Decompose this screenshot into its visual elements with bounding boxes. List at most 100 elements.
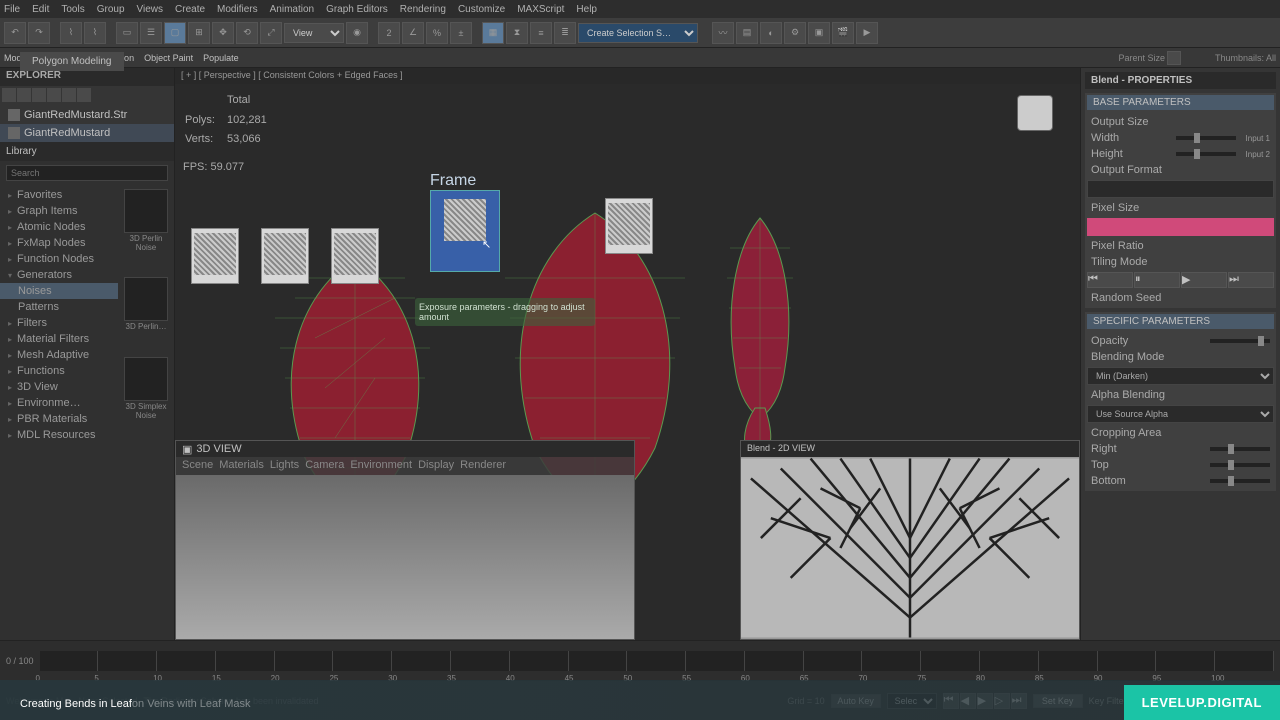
view3d-panel[interactable]: ▣3D VIEW Scene Materials Lights Camera E… <box>175 440 635 640</box>
pivot-button[interactable]: ◉ <box>346 22 368 44</box>
unlink-button[interactable]: ⌇ <box>84 22 106 44</box>
menu-group[interactable]: Group <box>97 4 125 15</box>
crop-bottom-slider[interactable] <box>1210 479 1270 483</box>
lib-environment[interactable]: ▸Environme… <box>0 395 118 411</box>
move-button[interactable]: ✥ <box>212 22 234 44</box>
render-frame-button[interactable]: ▣ <box>808 22 830 44</box>
render-button[interactable]: 🎬 <box>832 22 854 44</box>
select-button[interactable]: ▭ <box>116 22 138 44</box>
lib-atomic[interactable]: ▸Atomic Nodes <box>0 219 118 235</box>
btn-play[interactable]: ▶ <box>1181 272 1227 288</box>
viewport-label[interactable]: [ + ] [ Perspective ] [ Consistent Color… <box>175 68 1080 84</box>
view3d-content[interactable] <box>176 475 634 639</box>
v3d-lights[interactable]: Lights <box>270 459 299 473</box>
object-item[interactable]: GiantRedMustard <box>0 124 174 142</box>
snap-angle-button[interactable]: ∠ <box>402 22 424 44</box>
graph-node-1[interactable] <box>191 228 239 284</box>
crop-top-slider[interactable] <box>1210 463 1270 467</box>
lib-generators[interactable]: ▾Generators <box>0 267 118 283</box>
v3d-display[interactable]: Display <box>418 459 454 473</box>
link-button[interactable]: ⌇ <box>60 22 82 44</box>
alpha-blending-select[interactable]: Use Source Alpha <box>1087 405 1274 423</box>
pixel-size-bar[interactable] <box>1087 218 1274 236</box>
thumbnails-label[interactable]: Thumbnails: All <box>1215 53 1276 63</box>
named-selection-button[interactable]: ▦ <box>482 22 504 44</box>
lib-favorites[interactable]: ▸Favorites <box>0 187 118 203</box>
quick-render-button[interactable]: ▶ <box>856 22 878 44</box>
crop-right-slider[interactable] <box>1210 447 1270 451</box>
parent-size-icon[interactable] <box>1167 51 1181 65</box>
mirror-button[interactable]: ⧗ <box>506 22 528 44</box>
specific-params-header[interactable]: SPECIFIC PARAMETERS <box>1087 314 1274 329</box>
lib-mdl[interactable]: ▸MDL Resources <box>0 427 118 443</box>
explorer-tool-5[interactable] <box>62 88 76 102</box>
lib-fxmap[interactable]: ▸FxMap Nodes <box>0 235 118 251</box>
menu-tools[interactable]: Tools <box>61 4 84 15</box>
render-setup-button[interactable]: ⚙ <box>784 22 806 44</box>
scene-file-item[interactable]: GiantRedMustard.Str <box>0 106 174 124</box>
graph-node-output[interactable] <box>605 198 653 254</box>
window-crossing-button[interactable]: ⊞ <box>188 22 210 44</box>
frame-node[interactable] <box>430 190 500 272</box>
layer-button[interactable]: ≣ <box>554 22 576 44</box>
thumb-perlin[interactable]: 3D Perlin Noise <box>122 189 170 273</box>
v3d-renderer[interactable]: Renderer <box>460 459 506 473</box>
modifier-list-dropdown[interactable] <box>1087 180 1274 198</box>
blending-mode-select[interactable]: Min (Darken) <box>1087 367 1274 385</box>
height-slider[interactable] <box>1176 152 1236 156</box>
curve-editor-button[interactable]: 〰 <box>712 22 734 44</box>
schematic-button[interactable]: ▤ <box>736 22 758 44</box>
lib-mesh[interactable]: ▸Mesh Adaptive <box>0 347 118 363</box>
menu-views[interactable]: Views <box>137 4 164 15</box>
menu-rendering[interactable]: Rendering <box>400 4 446 15</box>
library-search-input[interactable] <box>6 165 168 181</box>
v3d-camera[interactable]: Camera <box>305 459 344 473</box>
base-params-header[interactable]: BASE PARAMETERS <box>1087 95 1274 110</box>
menu-help[interactable]: Help <box>576 4 597 15</box>
menu-animation[interactable]: Animation <box>270 4 314 15</box>
scale-button[interactable]: ⤢ <box>260 22 282 44</box>
viewcube[interactable] <box>1010 88 1060 138</box>
explorer-tool-2[interactable] <box>17 88 31 102</box>
lib-pbr[interactable]: ▸PBR Materials <box>0 411 118 427</box>
tab-objectpaint[interactable]: Object Paint <box>144 53 193 63</box>
menu-file[interactable]: File <box>4 4 20 15</box>
menu-maxscript[interactable]: MAXScript <box>517 4 564 15</box>
btn-pause[interactable]: ⏸ <box>1134 272 1180 288</box>
ref-coord-dropdown[interactable]: View <box>284 23 344 43</box>
width-slider[interactable] <box>1176 136 1236 140</box>
thumb-perlin2[interactable]: 3D Perlin… <box>122 277 170 352</box>
v3d-materials[interactable]: Materials <box>219 459 264 473</box>
thumb-simplex[interactable]: 3D Simplex Noise <box>122 357 170 441</box>
menu-customize[interactable]: Customize <box>458 4 505 15</box>
explorer-tool-4[interactable] <box>47 88 61 102</box>
lib-functions[interactable]: ▸Functions <box>0 363 118 379</box>
snap-2d-button[interactable]: 2 <box>378 22 400 44</box>
lib-matfilters[interactable]: ▸Material Filters <box>0 331 118 347</box>
v3d-env[interactable]: Environment <box>350 459 412 473</box>
timeline[interactable]: 0 / 100 0 5 10 15 20 25 30 35 40 45 50 5… <box>0 640 1280 680</box>
explorer-tool-3[interactable] <box>32 88 46 102</box>
lib-patterns[interactable]: Patterns <box>0 299 118 315</box>
viewcube-face[interactable] <box>1017 95 1053 131</box>
opacity-slider[interactable] <box>1210 339 1270 343</box>
btn-next[interactable]: ⏭ <box>1228 272 1274 288</box>
menu-edit[interactable]: Edit <box>32 4 49 15</box>
tab-populate[interactable]: Populate <box>203 53 239 63</box>
v3d-scene[interactable]: Scene <box>182 459 213 473</box>
select-region-button[interactable]: ▢ <box>164 22 186 44</box>
view2d-content[interactable] <box>741 457 1079 639</box>
graph-node-2[interactable] <box>261 228 309 284</box>
explorer-tool-1[interactable] <box>2 88 16 102</box>
btn-prev[interactable]: ⏮ <box>1087 272 1133 288</box>
align-button[interactable]: ≡ <box>530 22 552 44</box>
menu-modifiers[interactable]: Modifiers <box>217 4 258 15</box>
rotate-button[interactable]: ⟲ <box>236 22 258 44</box>
redo-button[interactable]: ↷ <box>28 22 50 44</box>
spinner-snap-button[interactable]: ± <box>450 22 472 44</box>
explorer-tool-6[interactable] <box>77 88 91 102</box>
lib-3dview[interactable]: ▸3D View <box>0 379 118 395</box>
timeline-track[interactable]: 0 5 10 15 20 25 30 35 40 45 50 55 60 65 … <box>40 651 1274 671</box>
view2d-panel[interactable]: Blend - 2D VIEW <box>740 440 1080 640</box>
lib-function[interactable]: ▸Function Nodes <box>0 251 118 267</box>
